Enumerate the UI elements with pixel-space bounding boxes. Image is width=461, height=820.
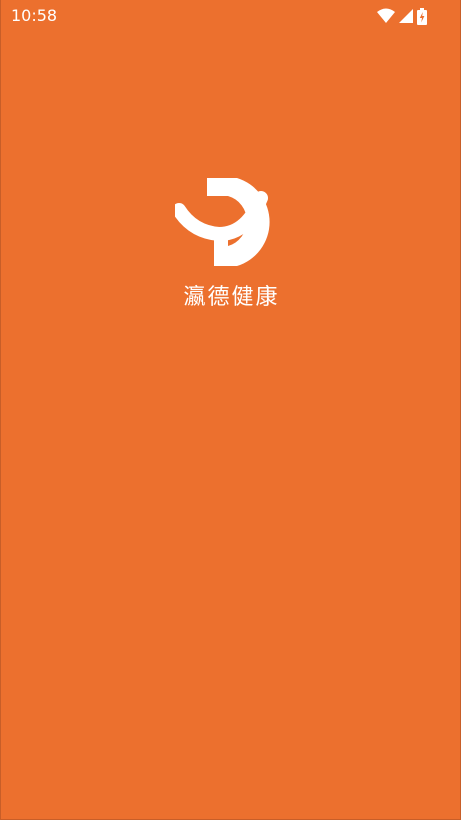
- status-icons: [377, 6, 427, 26]
- status-time: 10:58: [11, 6, 58, 25]
- cellular-signal-icon: [399, 9, 413, 23]
- app-name: 瀛德健康: [183, 285, 280, 310]
- yd-logo-icon: [174, 178, 270, 266]
- splash-screen: 10:58 瀛德健康: [0, 0, 461, 820]
- splash-branding: 瀛德健康: [1, 170, 461, 312]
- battery-charging-icon: [417, 7, 427, 25]
- status-bar: 10:58: [1, 0, 461, 32]
- wifi-icon: [377, 8, 395, 24]
